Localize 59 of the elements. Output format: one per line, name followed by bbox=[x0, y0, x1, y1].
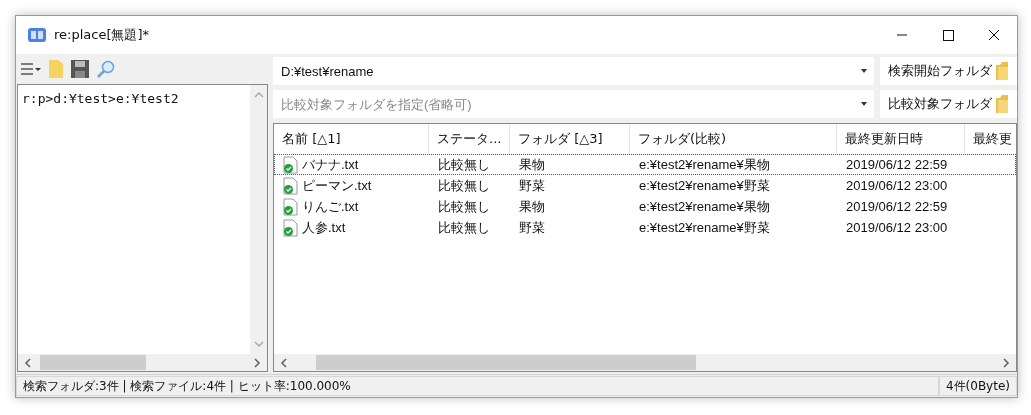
file-row[interactable]: 人参.txt 比較無し 野菜 e:¥test2¥rename¥野菜 2019/06/12 23:00 bbox=[274, 217, 1016, 238]
caret-icon[interactable] bbox=[860, 68, 868, 74]
folder-icon bbox=[995, 94, 1009, 114]
table-cell-text: e:¥test2¥rename¥野菜 bbox=[638, 218, 771, 237]
table-cell-text: 比較無し bbox=[437, 155, 491, 174]
search-icon[interactable] bbox=[96, 59, 116, 79]
scrollbar-thumb[interactable] bbox=[40, 355, 146, 370]
menu-icon[interactable] bbox=[20, 61, 42, 77]
table-cell-text: e:¥test2¥rename¥果物 bbox=[638, 197, 771, 216]
search-folder-button[interactable]: 検索開始フォルダ bbox=[880, 57, 1017, 85]
chevron-down-icon[interactable] bbox=[253, 340, 264, 348]
table-cell-text: 2019/06/12 22:59 bbox=[845, 199, 949, 214]
table-cell-text: 比較無し bbox=[437, 176, 491, 195]
file-name: ピーマン.txt bbox=[302, 176, 372, 195]
file-name: 人参.txt bbox=[302, 218, 346, 237]
search-folder-input[interactable]: D:¥test¥rename bbox=[279, 62, 854, 80]
chevron-left-icon[interactable] bbox=[24, 357, 32, 368]
chevron-right-icon[interactable] bbox=[1002, 357, 1010, 368]
table-cell-text: 2019/06/12 23:00 bbox=[845, 178, 949, 193]
folder-icon bbox=[995, 61, 1009, 81]
table-cell-text: 野菜 bbox=[518, 176, 546, 195]
file-row[interactable]: りんご.txt 比較無し 果物 e:¥test2¥rename¥果物 2019/06/12 22:59 bbox=[274, 196, 1016, 217]
table-cell-text: 比較無し bbox=[437, 197, 491, 216]
column-header[interactable]: 最終更 bbox=[965, 124, 1016, 154]
file-check-icon bbox=[283, 176, 299, 195]
app-icon bbox=[28, 28, 46, 42]
status-text: 検索フォルダ:3件 | 検索ファイル:4件 | ヒット率:100.000% bbox=[16, 376, 939, 396]
save-icon[interactable] bbox=[70, 59, 90, 79]
status-count: 4件(0Byte) bbox=[938, 376, 1017, 396]
file-row[interactable]: バナナ.txt 比較無し 果物 e:¥test2¥rename¥果物 2019/06/12 22:59 bbox=[274, 154, 1016, 175]
table-cell-text: e:¥test2¥rename¥果物 bbox=[638, 155, 771, 174]
column-header[interactable]: 最終更新日時 bbox=[837, 124, 965, 154]
file-name: バナナ.txt bbox=[302, 155, 359, 174]
file-name: りんご.txt bbox=[302, 197, 359, 216]
search-folder-combo[interactable]: D:¥test¥rename bbox=[273, 57, 874, 85]
table-cell-text: 2019/06/12 23:00 bbox=[845, 220, 949, 235]
scrollbar-thumb[interactable] bbox=[316, 355, 696, 370]
caret-icon[interactable] bbox=[860, 101, 868, 107]
column-header[interactable]: フォルダ(比較) bbox=[630, 124, 837, 154]
compare-folder-button[interactable]: 比較対象フォルダ bbox=[880, 90, 1017, 118]
table-cell-text: 果物 bbox=[518, 197, 546, 216]
table-cell-text: 比較無し bbox=[437, 218, 491, 237]
file-check-icon bbox=[283, 155, 299, 174]
table-cell-text: e:¥test2¥rename¥野菜 bbox=[638, 176, 771, 195]
compare-folder-input[interactable]: 比較対象フォルダを指定(省略可) bbox=[279, 95, 854, 113]
table-cell-text: 2019/06/12 22:59 bbox=[845, 157, 949, 172]
file-check-icon bbox=[283, 218, 299, 237]
file-check-icon bbox=[283, 197, 299, 216]
column-header[interactable]: 名前 [△1] bbox=[274, 124, 429, 154]
window-title: re:place[無題]* bbox=[54, 26, 151, 44]
column-header[interactable]: フォルダ [△3] bbox=[510, 124, 630, 154]
table-cell-text: 野菜 bbox=[518, 218, 546, 237]
column-header[interactable]: ステータ... bbox=[429, 124, 510, 154]
chevron-right-icon[interactable] bbox=[253, 357, 261, 368]
compare-folder-combo[interactable]: 比較対象フォルダを指定(省略可) bbox=[273, 90, 874, 118]
table-cell-text: 果物 bbox=[518, 155, 546, 174]
file-row[interactable]: ピーマン.txt 比較無し 野菜 e:¥test2¥rename¥野菜 2019/06/12 23:00 bbox=[274, 175, 1016, 196]
chevron-up-icon[interactable] bbox=[253, 91, 264, 99]
chevron-left-icon[interactable] bbox=[280, 357, 288, 368]
